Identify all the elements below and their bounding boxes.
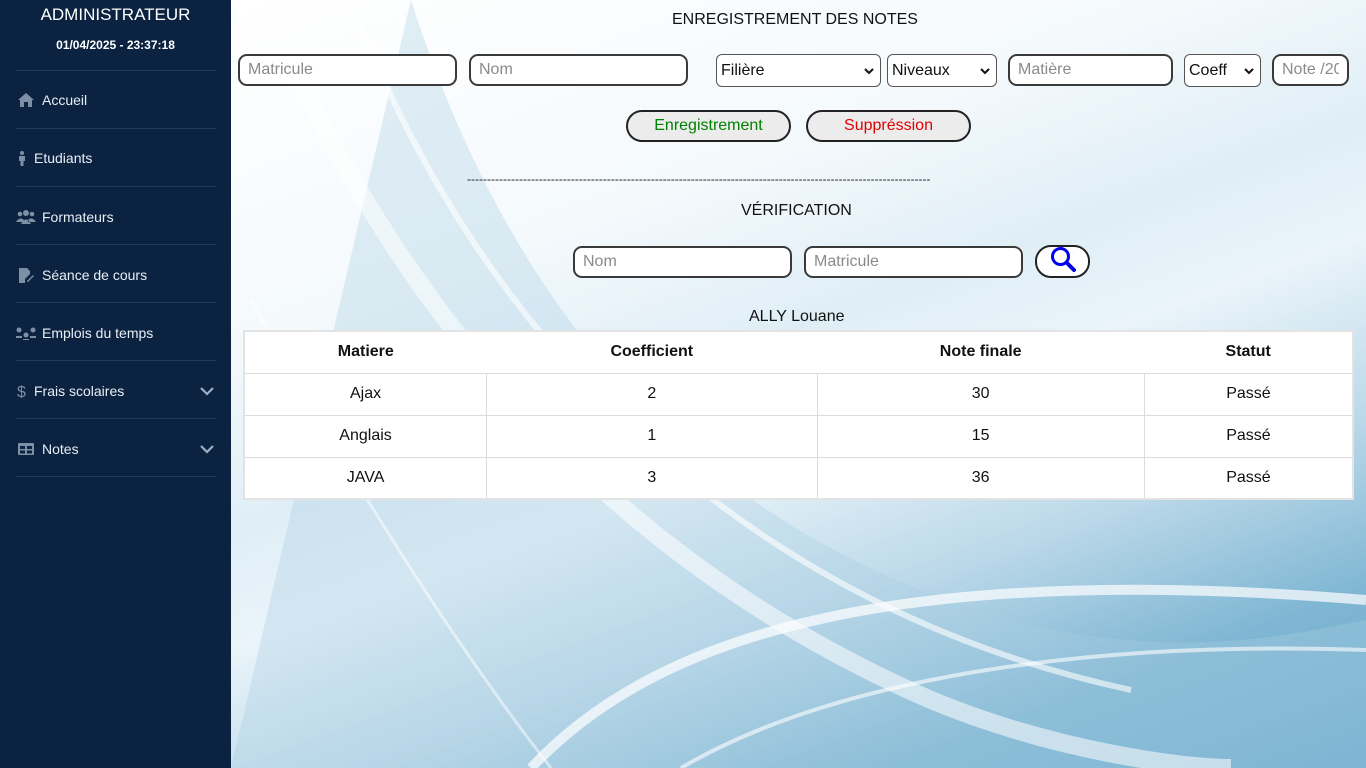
table-cell: Passé: [1143, 373, 1353, 416]
sidebar-divider: [16, 418, 216, 419]
column-header: Matiere: [244, 331, 487, 374]
table-cell: JAVA: [244, 457, 487, 500]
sidebar-item-seance[interactable]: Séance de cours: [16, 260, 216, 290]
sidebar-item-notes[interactable]: Notes: [16, 434, 216, 464]
sidebar-item-accueil[interactable]: Accueil: [16, 85, 216, 115]
table-cell: 36: [816, 457, 1145, 500]
sidebar-item-formateurs[interactable]: Formateurs: [16, 202, 216, 232]
sidebar-title: ADMINISTRATEUR: [40, 5, 191, 24]
search-matricule-field[interactable]: [804, 246, 1023, 278]
network-icon: [16, 325, 36, 341]
search-button[interactable]: [1035, 245, 1090, 278]
matricule-field[interactable]: [238, 54, 457, 86]
sidebar-item-label: Formateurs: [42, 209, 114, 225]
table-header-row: Matiere Coefficient Note finale Statut: [244, 331, 1353, 374]
sidebar-item-label: Notes: [42, 441, 79, 457]
table-cell: 3: [486, 457, 818, 500]
table-cell: Ajax: [244, 373, 487, 416]
sidebar-item-label: Accueil: [42, 92, 88, 108]
search-nom-field[interactable]: [573, 246, 792, 278]
sidebar-divider: [16, 186, 216, 187]
table-cell: 30: [816, 373, 1145, 416]
table-row: JAVA 3 36 Passé: [244, 457, 1353, 500]
student-name: ALLY Louane: [749, 308, 845, 325]
column-header: Note finale: [817, 331, 1145, 374]
sidebar-divider: [16, 128, 216, 129]
table-cell: 2: [486, 373, 818, 416]
column-header: Coefficient: [486, 331, 818, 374]
sidebar-item-etudiants[interactable]: Etudiants: [16, 143, 216, 173]
matiere-field[interactable]: [1008, 54, 1173, 86]
sidebar-item-label: Emplois du temps: [42, 325, 154, 341]
sidebar-divider: [16, 476, 216, 477]
edit-icon: [16, 267, 36, 283]
nom-field[interactable]: [469, 54, 688, 86]
svg-text:$: $: [17, 384, 26, 399]
main-content: ENREGISTREMENT DES NOTES Filière Niveaux…: [231, 0, 1366, 768]
niveaux-value: Niveaux: [892, 61, 950, 79]
table-cell: Passé: [1143, 415, 1353, 458]
table-cell: Passé: [1143, 457, 1353, 500]
table-icon: [16, 441, 36, 457]
sidebar: ADMINISTRATEUR 01/04/2025 - 23:37:18 Acc…: [0, 0, 231, 768]
chevron-down-icon[interactable]: [200, 441, 214, 457]
coeff-select[interactable]: Coeff: [1184, 54, 1261, 87]
sidebar-item-label: Frais scolaires: [34, 383, 125, 399]
grades-table: Matiere Coefficient Note finale Statut A…: [243, 330, 1354, 500]
coeff-value: Coeff: [1189, 61, 1227, 79]
save-button[interactable]: Enregistrement: [626, 110, 791, 142]
sidebar-item-label: Séance de cours: [42, 267, 148, 283]
sidebar-item-frais[interactable]: $ Frais scolaires: [16, 376, 216, 406]
sidebar-divider: [16, 302, 216, 303]
page-title: ENREGISTREMENT DES NOTES: [672, 11, 918, 28]
chevron-down-icon: [864, 62, 874, 80]
delete-button[interactable]: Suppréssion: [806, 110, 971, 142]
table-cell: 15: [816, 415, 1145, 458]
dollar-icon: $: [16, 383, 28, 399]
chevron-down-icon: [980, 62, 990, 80]
sidebar-datetime: 01/04/2025 - 23:37:18: [56, 38, 175, 52]
chevron-down-icon[interactable]: [200, 383, 214, 399]
column-header: Statut: [1144, 331, 1353, 374]
sidebar-divider: [16, 360, 216, 361]
sidebar-item-label: Etudiants: [34, 150, 93, 166]
section-separator: ----------------------------------------…: [467, 172, 931, 186]
filiere-value: Filière: [721, 61, 765, 79]
table-row: Anglais 1 15 Passé: [244, 415, 1353, 458]
users-icon: [16, 209, 36, 225]
verification-title: VÉRIFICATION: [741, 202, 852, 219]
chevron-down-icon: [1244, 62, 1254, 80]
sidebar-item-emplois[interactable]: Emplois du temps: [16, 318, 216, 348]
table-cell: Anglais: [244, 415, 487, 458]
person-icon: [16, 150, 28, 166]
sidebar-divider: [16, 70, 216, 71]
table-row: Ajax 2 30 Passé: [244, 373, 1353, 416]
sidebar-divider: [16, 244, 216, 245]
home-icon: [16, 92, 36, 108]
note-field[interactable]: [1272, 54, 1349, 86]
table-cell: 1: [486, 415, 818, 458]
niveaux-select[interactable]: Niveaux: [887, 54, 997, 87]
filiere-select[interactable]: Filière: [716, 54, 881, 87]
search-icon: [1050, 246, 1076, 277]
